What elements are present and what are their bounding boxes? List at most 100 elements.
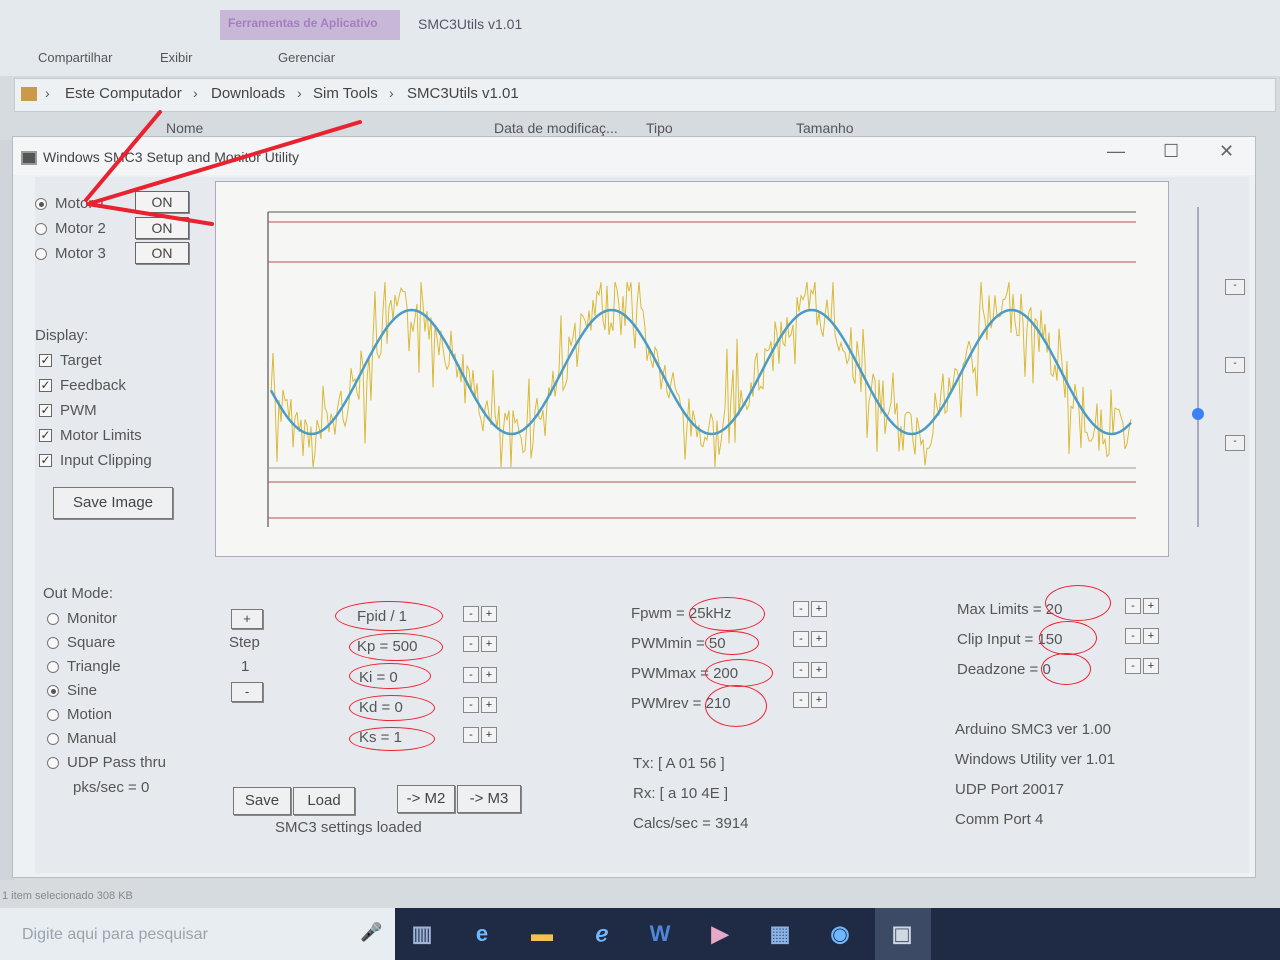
fpid-stepper[interactable]: - +	[463, 606, 497, 622]
deadzone-stepper[interactable]: - +	[1125, 658, 1159, 674]
load-button[interactable]: Load	[293, 787, 355, 815]
kp-stepper[interactable]: - +	[463, 636, 497, 652]
ks-stepper[interactable]: - +	[463, 727, 497, 743]
decrement-button[interactable]: -	[463, 697, 479, 713]
breadcrumb-item[interactable]: Sim Tools	[313, 85, 378, 102]
max-limits-stepper[interactable]: - +	[1125, 598, 1159, 614]
out-mode-motion-radio[interactable]: Motion	[47, 706, 112, 723]
column-header-name[interactable]: Nome	[166, 120, 203, 136]
folder-icon	[21, 87, 37, 101]
annotation-circle	[349, 633, 443, 661]
increment-button[interactable]: +	[481, 727, 497, 743]
breadcrumb-item[interactable]: Downloads	[211, 85, 285, 102]
increment-button[interactable]: +	[1143, 628, 1159, 644]
increment-button[interactable]: +	[811, 631, 827, 647]
decrement-button[interactable]: -	[1125, 658, 1141, 674]
motor-1-on-button[interactable]: ON	[135, 191, 189, 213]
pks-per-sec: pks/sec = 0	[73, 779, 150, 796]
out-mode-sine-radio[interactable]: Sine	[47, 682, 97, 699]
side-button-2[interactable]: -	[1225, 357, 1245, 373]
ribbon-context-tab[interactable]: Ferramentas de Aplicativo	[220, 10, 400, 40]
tab-compartilhar[interactable]: Compartilhar	[38, 50, 112, 65]
minimize-button[interactable]: —	[1107, 141, 1125, 162]
column-header-date[interactable]: Data de modificaç...	[494, 120, 618, 136]
decrement-button[interactable]: -	[463, 606, 479, 622]
copy-to-m2-button[interactable]: -> M2	[397, 785, 455, 813]
step-minus-button[interactable]: -	[231, 682, 263, 702]
decrement-button[interactable]: -	[793, 662, 809, 678]
out-mode-udp-radio[interactable]: UDP Pass thru	[47, 754, 166, 771]
motor-3-on-button[interactable]: ON	[135, 242, 189, 264]
increment-button[interactable]: +	[481, 636, 497, 652]
out-mode-manual-radio[interactable]: Manual	[47, 730, 116, 747]
decrement-button[interactable]: -	[1125, 598, 1141, 614]
file-explorer-icon[interactable]: ▬	[526, 918, 558, 950]
display-target-checkbox[interactable]: ✓ Target	[39, 352, 102, 369]
decrement-button[interactable]: -	[1125, 628, 1141, 644]
display-motor-limits-checkbox[interactable]: ✓ Motor Limits	[39, 427, 142, 444]
column-header-type[interactable]: Tipo	[646, 120, 673, 136]
motor-2-radio[interactable]: Motor 2	[35, 220, 106, 237]
internet-explorer-icon[interactable]: ℯ	[586, 918, 618, 950]
chevron-right-icon: ›	[45, 85, 50, 101]
breadcrumb-item[interactable]: SMC3Utils v1.01	[407, 85, 519, 102]
increment-button[interactable]: +	[481, 606, 497, 622]
out-mode-monitor-radio[interactable]: Monitor	[47, 610, 117, 627]
chevron-right-icon: ›	[389, 85, 394, 101]
pwmmin-stepper[interactable]: - +	[793, 631, 827, 647]
motor-2-on-button[interactable]: ON	[135, 217, 189, 239]
address-bar[interactable]: › Este Computador › Downloads › Sim Tool…	[14, 78, 1276, 112]
out-mode-triangle-radio[interactable]: Triangle	[47, 658, 121, 675]
copy-to-m3-button[interactable]: -> M3	[457, 785, 521, 813]
edge-icon[interactable]: e	[466, 918, 498, 950]
increment-button[interactable]: +	[811, 601, 827, 617]
steam-icon[interactable]: ◉	[824, 918, 856, 950]
microphone-icon[interactable]: 🎤	[360, 922, 382, 943]
increment-button[interactable]: +	[1143, 658, 1159, 674]
display-feedback-checkbox[interactable]: ✓ Feedback	[39, 377, 126, 394]
task-view-icon[interactable]: ▥	[406, 918, 438, 950]
clip-input-stepper[interactable]: - +	[1125, 628, 1159, 644]
breadcrumb-item[interactable]: Este Computador	[65, 85, 182, 102]
save-image-button[interactable]: Save Image	[53, 487, 173, 519]
word-icon[interactable]: W	[644, 918, 676, 950]
display-pwm-checkbox[interactable]: ✓ PWM	[39, 402, 97, 419]
side-button-1[interactable]: -	[1225, 279, 1245, 295]
store-icon[interactable]: ▦	[764, 918, 796, 950]
tab-gerenciar[interactable]: Gerenciar	[278, 50, 335, 65]
column-header-size[interactable]: Tamanho	[796, 120, 854, 136]
kd-stepper[interactable]: - +	[463, 697, 497, 713]
pwmrev-stepper[interactable]: - +	[793, 692, 827, 708]
increment-button[interactable]: +	[811, 692, 827, 708]
taskbar-search[interactable]: Digite aqui para pesquisar 🎤	[0, 908, 395, 960]
maximize-button[interactable]: ☐	[1163, 141, 1179, 162]
display-input-clipping-checkbox[interactable]: ✓ Input Clipping	[39, 452, 152, 469]
smc3-app-icon[interactable]: ▣	[886, 918, 918, 950]
increment-button[interactable]: +	[811, 662, 827, 678]
increment-button[interactable]: +	[1143, 598, 1159, 614]
close-button[interactable]: ✕	[1219, 141, 1234, 162]
motor-1-radio[interactable]: Motor 1	[35, 195, 106, 212]
step-plus-button[interactable]: +	[231, 609, 263, 629]
vertical-slider-thumb[interactable]	[1192, 408, 1204, 420]
tab-exibir[interactable]: Exibir	[160, 50, 193, 65]
decrement-button[interactable]: -	[793, 692, 809, 708]
decrement-button[interactable]: -	[793, 601, 809, 617]
out-mode-square-radio[interactable]: Square	[47, 634, 115, 651]
decrement-button[interactable]: -	[463, 727, 479, 743]
decrement-button[interactable]: -	[463, 636, 479, 652]
motor-3-radio[interactable]: Motor 3	[35, 245, 106, 262]
pwmmax-stepper[interactable]: - +	[793, 662, 827, 678]
vertical-slider-track[interactable]	[1197, 207, 1199, 527]
window-titlebar[interactable]: Windows SMC3 Setup and Monitor Utility —…	[13, 137, 1255, 175]
side-button-3[interactable]: -	[1225, 435, 1245, 451]
increment-button[interactable]: +	[481, 667, 497, 683]
target-trace	[269, 308, 1132, 436]
decrement-button[interactable]: -	[463, 667, 479, 683]
increment-button[interactable]: +	[481, 697, 497, 713]
ki-stepper[interactable]: - +	[463, 667, 497, 683]
decrement-button[interactable]: -	[793, 631, 809, 647]
save-button[interactable]: Save	[233, 787, 291, 815]
media-player-icon[interactable]: ▶	[704, 918, 736, 950]
fpwm-stepper[interactable]: - +	[793, 601, 827, 617]
